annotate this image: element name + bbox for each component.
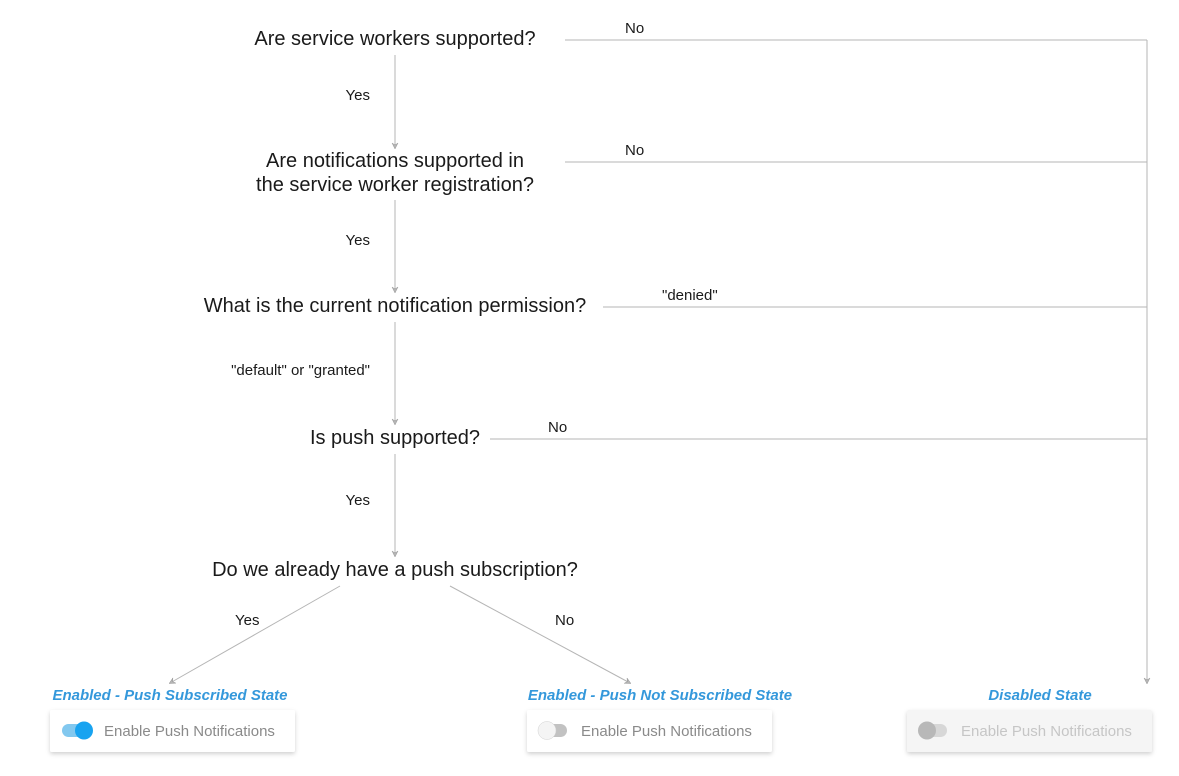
toggle-card-subscribed: Enable Push Notifications [50,710,295,752]
node-notifications-supported-line1: Are notifications supported in [266,150,524,172]
state-not-subscribed-title: Enabled - Push Not Subscribed State [528,687,792,704]
edge-q1-yes-label: Yes [346,87,370,104]
edge-q3-default-granted-label: "default" or "granted" [231,362,370,379]
toggle-card-disabled: Enable Push Notifications [907,710,1152,752]
toggle-label-subscribed: Enable Push Notifications [104,723,275,740]
flowchart-diagram: Are service workers supported? Are notif… [0,0,1179,776]
edge-q1-no-label: No [625,20,644,37]
edge-q5-yes-label: Yes [235,612,259,629]
edge-q5-no [450,586,630,683]
edge-q5-yes [170,586,340,683]
node-current-permission: What is the current notification permiss… [204,295,586,317]
node-already-subscription: Do we already have a push subscription? [212,559,578,581]
edge-q4-yes-label: Yes [346,492,370,509]
state-subscribed-title: Enabled - Push Subscribed State [52,687,287,704]
node-push-supported: Is push supported? [310,427,480,449]
state-disabled-title: Disabled State [988,687,1091,704]
edge-q3-denied-label: "denied" [662,287,718,304]
toggle-card-not-subscribed: Enable Push Notifications [527,710,772,752]
edge-q2-no-label: No [625,142,644,159]
toggle-label-disabled: Enable Push Notifications [961,723,1132,740]
node-notifications-supported-line2: the service worker registration? [256,174,534,196]
edge-q4-no-label: No [548,419,567,436]
node-service-workers-supported: Are service workers supported? [254,28,535,50]
edge-q5-no-label: No [555,612,574,629]
toggle-label-not-subscribed: Enable Push Notifications [581,723,752,740]
edge-q2-yes-label: Yes [346,232,370,249]
